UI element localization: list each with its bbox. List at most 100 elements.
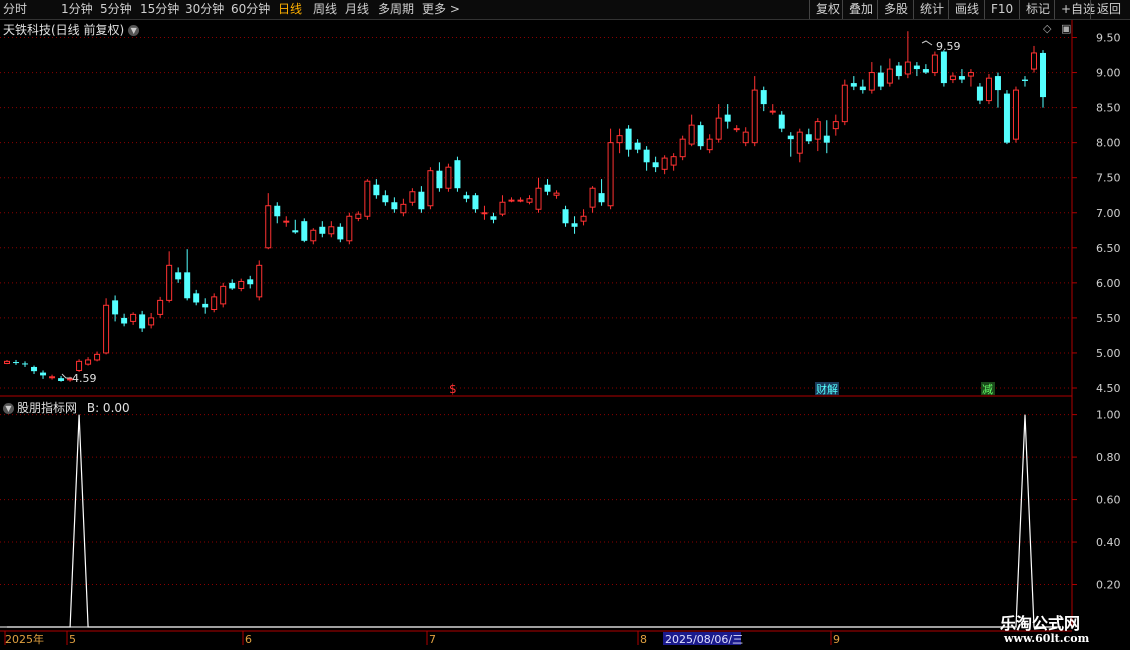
candle-body-up [1012, 89, 1019, 140]
candle-body-down [895, 65, 902, 77]
candle [931, 51, 938, 77]
candle [751, 76, 758, 147]
x-tick-label: 8 [640, 633, 647, 646]
candle [472, 193, 479, 213]
candle [823, 120, 830, 154]
candle [4, 359, 10, 365]
candle-body-down [373, 184, 380, 196]
candle-body-up [580, 215, 587, 222]
candle-body-up [1030, 52, 1037, 70]
candle [886, 58, 893, 87]
price-tick-label: 9.00 [1096, 67, 1121, 80]
candle [94, 351, 101, 362]
candle-body-up [796, 131, 803, 154]
indicator-tick-label: 1.00 [1096, 409, 1121, 422]
candle [85, 357, 92, 366]
dividend-marker[interactable]: $ [449, 382, 457, 396]
candle [13, 359, 20, 365]
candle [166, 251, 173, 303]
candle [706, 134, 713, 154]
candle [643, 146, 650, 171]
candle-body-down [877, 72, 884, 87]
candle-body-up [49, 376, 56, 379]
candle-body-down [571, 223, 578, 227]
candle [40, 370, 47, 379]
kline-chart[interactable]: 9.50 9.00 8.50 8.00 7.50 7.00 6.50 6.00 5.50 5.00… [0, 0, 1130, 650]
candle [427, 167, 434, 210]
candle [544, 179, 551, 196]
candle-body-up [85, 359, 92, 365]
x-tick-label: 6 [245, 633, 252, 646]
candle [490, 212, 497, 224]
candle [769, 104, 776, 115]
candle-body-up [130, 313, 137, 322]
candle [346, 212, 353, 245]
candle [922, 64, 929, 74]
candle [589, 186, 596, 213]
candle-body-up [409, 191, 416, 203]
candle-body-up [517, 199, 524, 202]
candle-body-down [562, 209, 569, 224]
candle [949, 72, 956, 84]
x-tick-label: 7 [429, 633, 436, 646]
candle-body-down [319, 226, 326, 234]
candle [211, 293, 218, 313]
candle-body-down [13, 362, 20, 364]
candle [535, 177, 542, 213]
candle-body-down [382, 195, 389, 203]
candle-body-up [706, 138, 713, 151]
candle [697, 121, 704, 150]
candle [904, 31, 911, 79]
indicator-line [7, 414, 1061, 628]
price-tick-label: 7.50 [1096, 172, 1121, 185]
candle-body-down [805, 134, 812, 142]
candle-body-down [139, 314, 146, 329]
candle-body-down [229, 282, 236, 289]
main-grid [0, 37, 1072, 389]
candle [1030, 45, 1037, 73]
candle-body-up [94, 353, 101, 361]
candle-body-down [112, 300, 119, 315]
candle-body-up [949, 75, 956, 81]
candle-body-up [967, 72, 974, 77]
candle [877, 65, 884, 91]
candle [175, 267, 182, 283]
candle-body-down [463, 195, 470, 199]
reduce-marker[interactable]: 减 [982, 383, 993, 396]
candle-body-up [589, 187, 596, 208]
candle [670, 153, 677, 171]
candle-body-down [859, 86, 866, 91]
candle [238, 278, 245, 292]
candle-body-down [184, 272, 191, 299]
candle [103, 298, 110, 355]
candle-body-down [1021, 79, 1028, 81]
candle-body-up [769, 110, 776, 113]
candle [445, 163, 452, 192]
candles [4, 31, 1046, 382]
candle-body-down [337, 226, 344, 240]
candle [463, 191, 470, 203]
candle [679, 135, 686, 161]
candle-body-down [850, 83, 857, 87]
candle-body-down [1040, 52, 1046, 98]
candle-body-up [220, 285, 227, 305]
indicator-axis: 1.00 0.80 0.60 0.40 0.20 [1072, 409, 1121, 592]
indicator-tick-label: 0.60 [1096, 494, 1121, 507]
candle [634, 139, 641, 154]
candle [337, 223, 344, 243]
candle [616, 128, 623, 154]
candle-body-down [22, 363, 29, 365]
candle [202, 298, 209, 314]
candle [31, 365, 38, 374]
candle [832, 114, 839, 136]
candle-body-up [679, 138, 686, 158]
finance-marker[interactable]: 财解 [816, 382, 838, 396]
candle [688, 114, 695, 147]
candle-body-down [625, 128, 632, 150]
candle-body-up [328, 226, 335, 235]
price-tick-label: 6.50 [1096, 242, 1121, 255]
candle [778, 111, 785, 133]
candle-body-up [211, 296, 218, 310]
candle [724, 104, 731, 129]
candle-body-down [202, 303, 209, 308]
